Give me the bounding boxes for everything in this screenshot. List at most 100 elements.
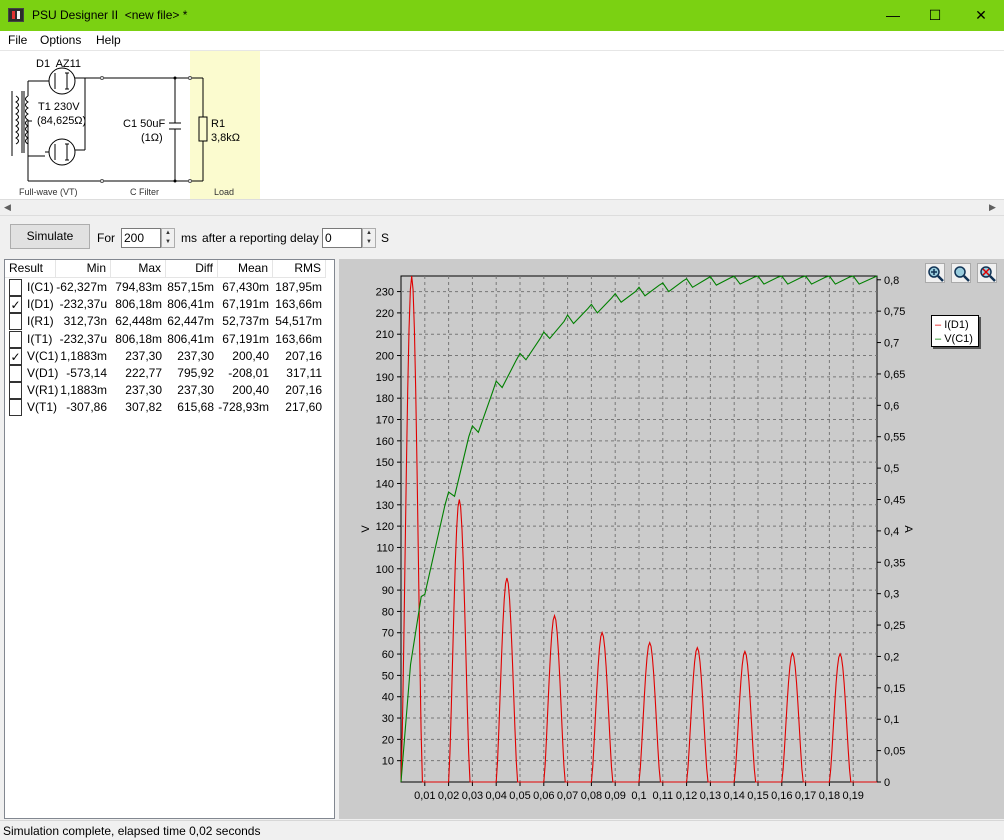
- x-tick-label: 0,01: [414, 790, 435, 802]
- legend-label-id1: I(D1): [944, 319, 969, 331]
- y-right-axis-label: A: [902, 525, 914, 533]
- table-row[interactable]: ✓ V(C1) 1,1883m 237,30 237,30 200,40 207,16: [5, 347, 334, 365]
- ms-label: ms: [181, 231, 197, 245]
- y-right-tick-label: 0,55: [884, 432, 905, 444]
- y-left-tick-label: 50: [382, 670, 394, 682]
- result-checkbox[interactable]: ✓: [9, 296, 22, 314]
- table-row[interactable]: I(R1) 312,73n 62,448m 62,447m 52,737m 54,517m: [5, 313, 334, 331]
- x-tick-label: 0,19: [842, 790, 863, 802]
- result-max: 237,30: [125, 383, 162, 398]
- waveform-chart[interactable]: 0,01 0,02 0,03 0,04 0,05 0,06 0,07 0,08 0,09 0,1 0…: [339, 259, 1004, 819]
- result-name: V(D1): [27, 366, 59, 380]
- result-max: 62,448m: [115, 314, 162, 329]
- close-button[interactable]: ✕: [958, 0, 1004, 31]
- result-diff: 62,447m: [167, 314, 214, 329]
- y-left-axis-label: V: [360, 525, 372, 533]
- result-checkbox[interactable]: [9, 313, 22, 331]
- header-max[interactable]: Max: [111, 260, 166, 278]
- scroll-right-icon[interactable]: ▶: [989, 202, 996, 213]
- result-rms: 317,11: [286, 366, 322, 380]
- simulation-toolbar: Simulate For ▲▼ ms after a reporting del…: [0, 216, 1004, 259]
- y-right-tick-label: 0,2: [884, 651, 899, 663]
- delay-input[interactable]: [322, 228, 362, 248]
- header-diff[interactable]: Diff: [166, 260, 218, 278]
- table-row[interactable]: V(D1) -573,14 222,77 795,92 -208,01 317,11: [5, 365, 334, 382]
- rectifier-label[interactable]: D1 AZ11: [36, 58, 81, 71]
- schematic-scrollbar[interactable]: ◀ ▶: [0, 199, 1004, 216]
- result-rms: 207,16: [285, 383, 322, 398]
- load-label[interactable]: R1: [211, 118, 225, 131]
- result-max: 794,83m: [115, 280, 162, 294]
- x-tick-label: 0,18: [819, 790, 840, 802]
- header-result[interactable]: Result: [5, 260, 56, 278]
- table-row[interactable]: V(T1) -307,86 307,82 615,68 -728,93m 217,60: [5, 399, 334, 417]
- header-min[interactable]: Min: [56, 260, 111, 278]
- transformer-resistance: (84,625Ω): [37, 115, 87, 127]
- result-checkbox[interactable]: [9, 399, 22, 417]
- x-tick-label: 0,02: [438, 790, 459, 802]
- result-rms: 54,517m: [275, 314, 322, 329]
- result-max: 237,30: [125, 348, 162, 363]
- result-checkbox[interactable]: ✓: [9, 347, 22, 365]
- y-left-tick-label: 210: [376, 329, 394, 341]
- y-left-tick-label: 140: [376, 478, 394, 490]
- result-name: I(R1): [27, 314, 54, 329]
- y-left-tick-label: 120: [376, 521, 394, 533]
- s-label: S: [381, 231, 390, 245]
- legend-item-vc1: – V(C1): [935, 333, 973, 345]
- x-tick-label: 0,11: [653, 790, 674, 802]
- transformer-label[interactable]: T1 230V: [38, 101, 80, 114]
- y-left-tick-label: 220: [376, 308, 394, 320]
- table-row[interactable]: V(R1) 1,1883m 237,30 237,30 200,40 207,16: [5, 382, 334, 400]
- result-checkbox[interactable]: [9, 365, 22, 382]
- maximize-button[interactable]: ☐: [912, 0, 958, 31]
- y-left-tick-label: 100: [376, 564, 394, 576]
- result-mean: 67,191m: [222, 297, 269, 312]
- y-right-tick-label: 0,8: [884, 275, 899, 287]
- results-table: Result Min Max Diff Mean RMS I(C1) -62,32…: [4, 259, 335, 819]
- result-mean: -728,93m: [218, 400, 269, 415]
- y-left-tick-label: 130: [376, 500, 394, 512]
- result-name: I(T1): [27, 331, 53, 346]
- minimize-button[interactable]: —: [870, 0, 916, 31]
- y-left-tick-label: 80: [382, 606, 394, 618]
- y-left-tick-label: 190: [376, 372, 394, 384]
- result-checkbox[interactable]: [9, 382, 22, 400]
- result-mean: -208,01: [228, 366, 269, 380]
- delay-spinner[interactable]: ▲ ▼: [362, 228, 376, 248]
- result-rms: 217,60: [285, 400, 322, 415]
- menu-file[interactable]: File: [8, 33, 27, 47]
- y-left-tick-label: 20: [382, 734, 394, 746]
- result-min: -232,37u: [59, 331, 107, 346]
- result-name: V(C1): [27, 348, 59, 363]
- table-row[interactable]: I(C1) -62,327m 794,83m 857,15m 67,430m 187,95…: [5, 279, 334, 296]
- capacitor-label[interactable]: C1 50uF: [123, 118, 165, 131]
- menu-help[interactable]: Help: [96, 33, 121, 47]
- x-tick-label: 0,09: [604, 790, 625, 802]
- result-rms: 187,95m: [275, 280, 322, 294]
- header-mean[interactable]: Mean: [218, 260, 273, 278]
- result-mean: 52,737m: [222, 314, 269, 329]
- result-min: 312,73n: [63, 314, 107, 329]
- result-name: I(C1): [27, 280, 54, 294]
- y-right-tick-label: 0,3: [884, 589, 899, 601]
- result-checkbox[interactable]: [9, 279, 22, 296]
- result-checkbox[interactable]: [9, 330, 22, 348]
- menu-options[interactable]: Options: [40, 33, 81, 47]
- scroll-left-icon[interactable]: ◀: [4, 202, 11, 213]
- result-max: 806,18m: [115, 331, 162, 346]
- y-left-tick-label: 150: [376, 457, 394, 469]
- for-label: For: [97, 231, 115, 245]
- result-diff: 857,15m: [167, 280, 214, 294]
- y-left-tick-label: 110: [376, 542, 394, 554]
- result-mean: 200,40: [232, 383, 269, 398]
- duration-input[interactable]: [121, 228, 161, 248]
- delay-label: after a reporting delay of: [202, 231, 333, 245]
- simulate-button[interactable]: Simulate: [10, 224, 90, 249]
- table-row[interactable]: I(T1) -232,37u 806,18m 806,41m 67,191m 163,66…: [5, 330, 334, 348]
- table-row[interactable]: ✓ I(D1) -232,37u 806,18m 806,41m 67,191m 163,6…: [5, 296, 334, 314]
- result-min: 1,1883m: [60, 383, 107, 398]
- header-rms[interactable]: RMS: [273, 260, 326, 278]
- duration-spinner[interactable]: ▲ ▼: [161, 228, 175, 248]
- result-min: -62,327m: [56, 280, 107, 294]
